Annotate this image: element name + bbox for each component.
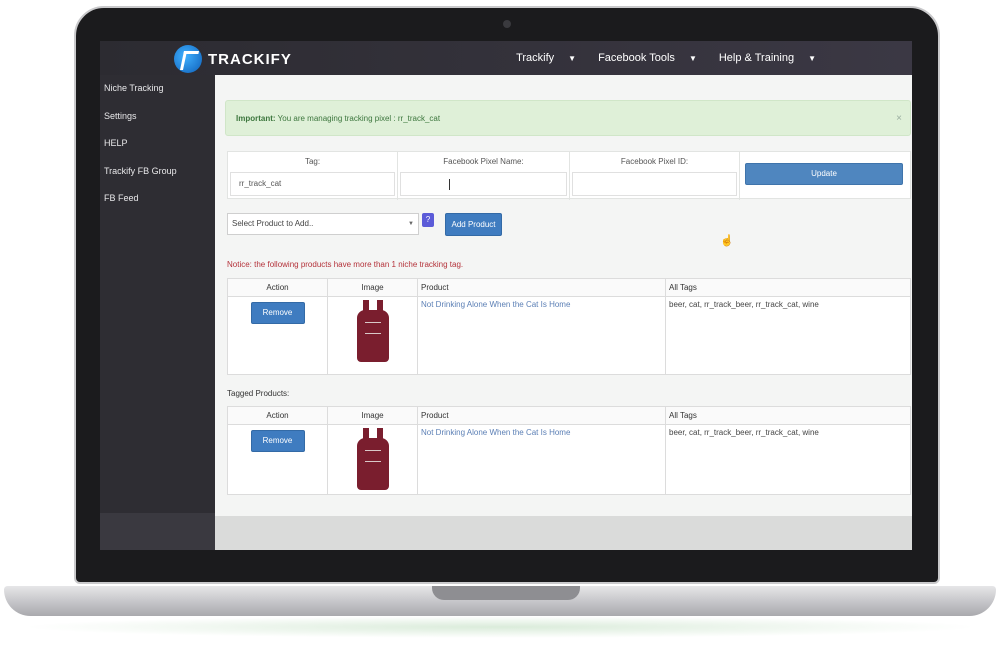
- pixel-id-cell: Facebook Pixel ID:: [570, 152, 740, 200]
- pixel-name-cell: Facebook Pixel Name:: [398, 152, 570, 200]
- caret-down-icon: ▼: [568, 53, 577, 63]
- action-cell: Remove: [227, 296, 328, 375]
- tags-cell: beer, cat, rr_track_beer, rr_track_cat, …: [665, 296, 911, 375]
- header-action: Action: [227, 406, 328, 425]
- help-question-icon[interactable]: ?: [422, 213, 434, 227]
- image-cell: [327, 424, 418, 495]
- update-button[interactable]: Update: [745, 163, 903, 185]
- header-product: Product: [417, 406, 666, 425]
- remove-button[interactable]: Remove: [250, 430, 305, 452]
- sidebar-item-fb-feed[interactable]: FB Feed: [100, 185, 215, 213]
- table-header-row: Action Image Product All Tags: [227, 406, 911, 425]
- sidebar-item-niche-tracking[interactable]: Niche Tracking: [100, 75, 215, 103]
- pixel-id-input[interactable]: [572, 172, 737, 196]
- tag-label: Tag:: [304, 157, 321, 166]
- tagged-products-table: Action Image Product All Tags Remove Not…: [227, 406, 911, 495]
- tags-cell: beer, cat, rr_track_beer, rr_track_cat, …: [665, 424, 911, 495]
- important-alert: Important: You are managing tracking pix…: [225, 100, 911, 136]
- table-row: Remove Not Drinking Alone When the Cat I…: [227, 296, 911, 375]
- pixel-id-label: Facebook Pixel ID:: [620, 157, 689, 166]
- sidebar-item-settings[interactable]: Settings: [100, 103, 215, 131]
- product-link[interactable]: Not Drinking Alone When the Cat Is Home: [421, 428, 570, 437]
- trackify-logo-icon: [174, 45, 202, 73]
- brand-logo[interactable]: TRACKIFY: [174, 45, 292, 73]
- header-tags: All Tags: [665, 278, 911, 297]
- product-thumbnail[interactable]: [355, 300, 391, 362]
- product-select-value: Select Product to Add..: [232, 219, 314, 228]
- table-row: Remove Not Drinking Alone When the Cat I…: [227, 424, 911, 495]
- alert-text: You are managing tracking pixel : rr_tra…: [275, 114, 441, 123]
- header-image: Image: [327, 278, 418, 297]
- pointer-cursor-icon: ☝: [720, 235, 734, 247]
- add-product-button[interactable]: Add Product: [445, 213, 502, 236]
- text-cursor-icon: [449, 179, 450, 190]
- header-action: Action: [227, 278, 328, 297]
- laptop-chin: [100, 550, 912, 578]
- screen: TRACKIFY Trackify ▼ Facebook Tools ▼ Hel…: [100, 41, 912, 550]
- close-icon[interactable]: ×: [896, 101, 902, 137]
- laptop-shadow: [20, 616, 980, 638]
- multi-tag-notice: Notice: the following products have more…: [227, 260, 464, 269]
- header-product: Product: [417, 278, 666, 297]
- pixel-name-label: Facebook Pixel Name:: [443, 157, 524, 166]
- caret-down-icon: ▼: [808, 53, 816, 63]
- product-thumbnail[interactable]: [355, 428, 391, 490]
- top-navbar: TRACKIFY Trackify ▼ Facebook Tools ▼ Hel…: [100, 41, 912, 75]
- product-select[interactable]: Select Product to Add.. ▼: [227, 213, 419, 235]
- nav-item-trackify[interactable]: Trackify ▼: [516, 52, 576, 64]
- nav-menu: Trackify ▼ Facebook Tools ▼ Help & Train…: [516, 41, 816, 75]
- product-link[interactable]: Not Drinking Alone When the Cat Is Home: [421, 300, 570, 309]
- tagged-products-label: Tagged Products:: [227, 389, 290, 398]
- product-cell: Not Drinking Alone When the Cat Is Home: [417, 424, 666, 495]
- nav-item-label: Facebook Tools: [598, 52, 675, 64]
- action-cell: Remove: [227, 424, 328, 495]
- product-cell: Not Drinking Alone When the Cat Is Home: [417, 296, 666, 375]
- sidebar-item-help[interactable]: HELP: [100, 130, 215, 158]
- footer-band: [215, 516, 912, 550]
- laptop-base-notch: [432, 586, 580, 600]
- sidebar-footer: [100, 513, 215, 550]
- header-tags: All Tags: [665, 406, 911, 425]
- tag-input[interactable]: rr_track_cat: [230, 172, 395, 196]
- camera-dot: [503, 20, 511, 28]
- chevron-down-icon: ▼: [408, 221, 414, 227]
- remove-button[interactable]: Remove: [250, 302, 305, 324]
- nav-item-label: Help & Training: [718, 52, 795, 64]
- nav-item-help-training[interactable]: Help & Training ▼: [719, 52, 816, 64]
- caret-down-icon: ▼: [688, 53, 697, 63]
- tag-cell: Tag: rr_track_cat: [228, 152, 398, 200]
- nav-item-label: Trackify: [516, 52, 555, 64]
- brand-name: TRACKIFY: [208, 50, 292, 68]
- nav-item-facebook-tools[interactable]: Facebook Tools ▼: [598, 52, 697, 64]
- alert-strong: Important:: [236, 114, 276, 123]
- sidebar-item-fb-group[interactable]: Trackify FB Group: [100, 158, 215, 186]
- image-cell: [327, 296, 418, 375]
- sidebar: Niche Tracking Settings HELP Trackify FB…: [100, 75, 215, 550]
- multi-tag-table: Action Image Product All Tags Remove Not…: [227, 278, 911, 375]
- table-header-row: Action Image Product All Tags: [227, 278, 911, 297]
- pixel-name-input[interactable]: [400, 172, 567, 196]
- header-image: Image: [327, 406, 418, 425]
